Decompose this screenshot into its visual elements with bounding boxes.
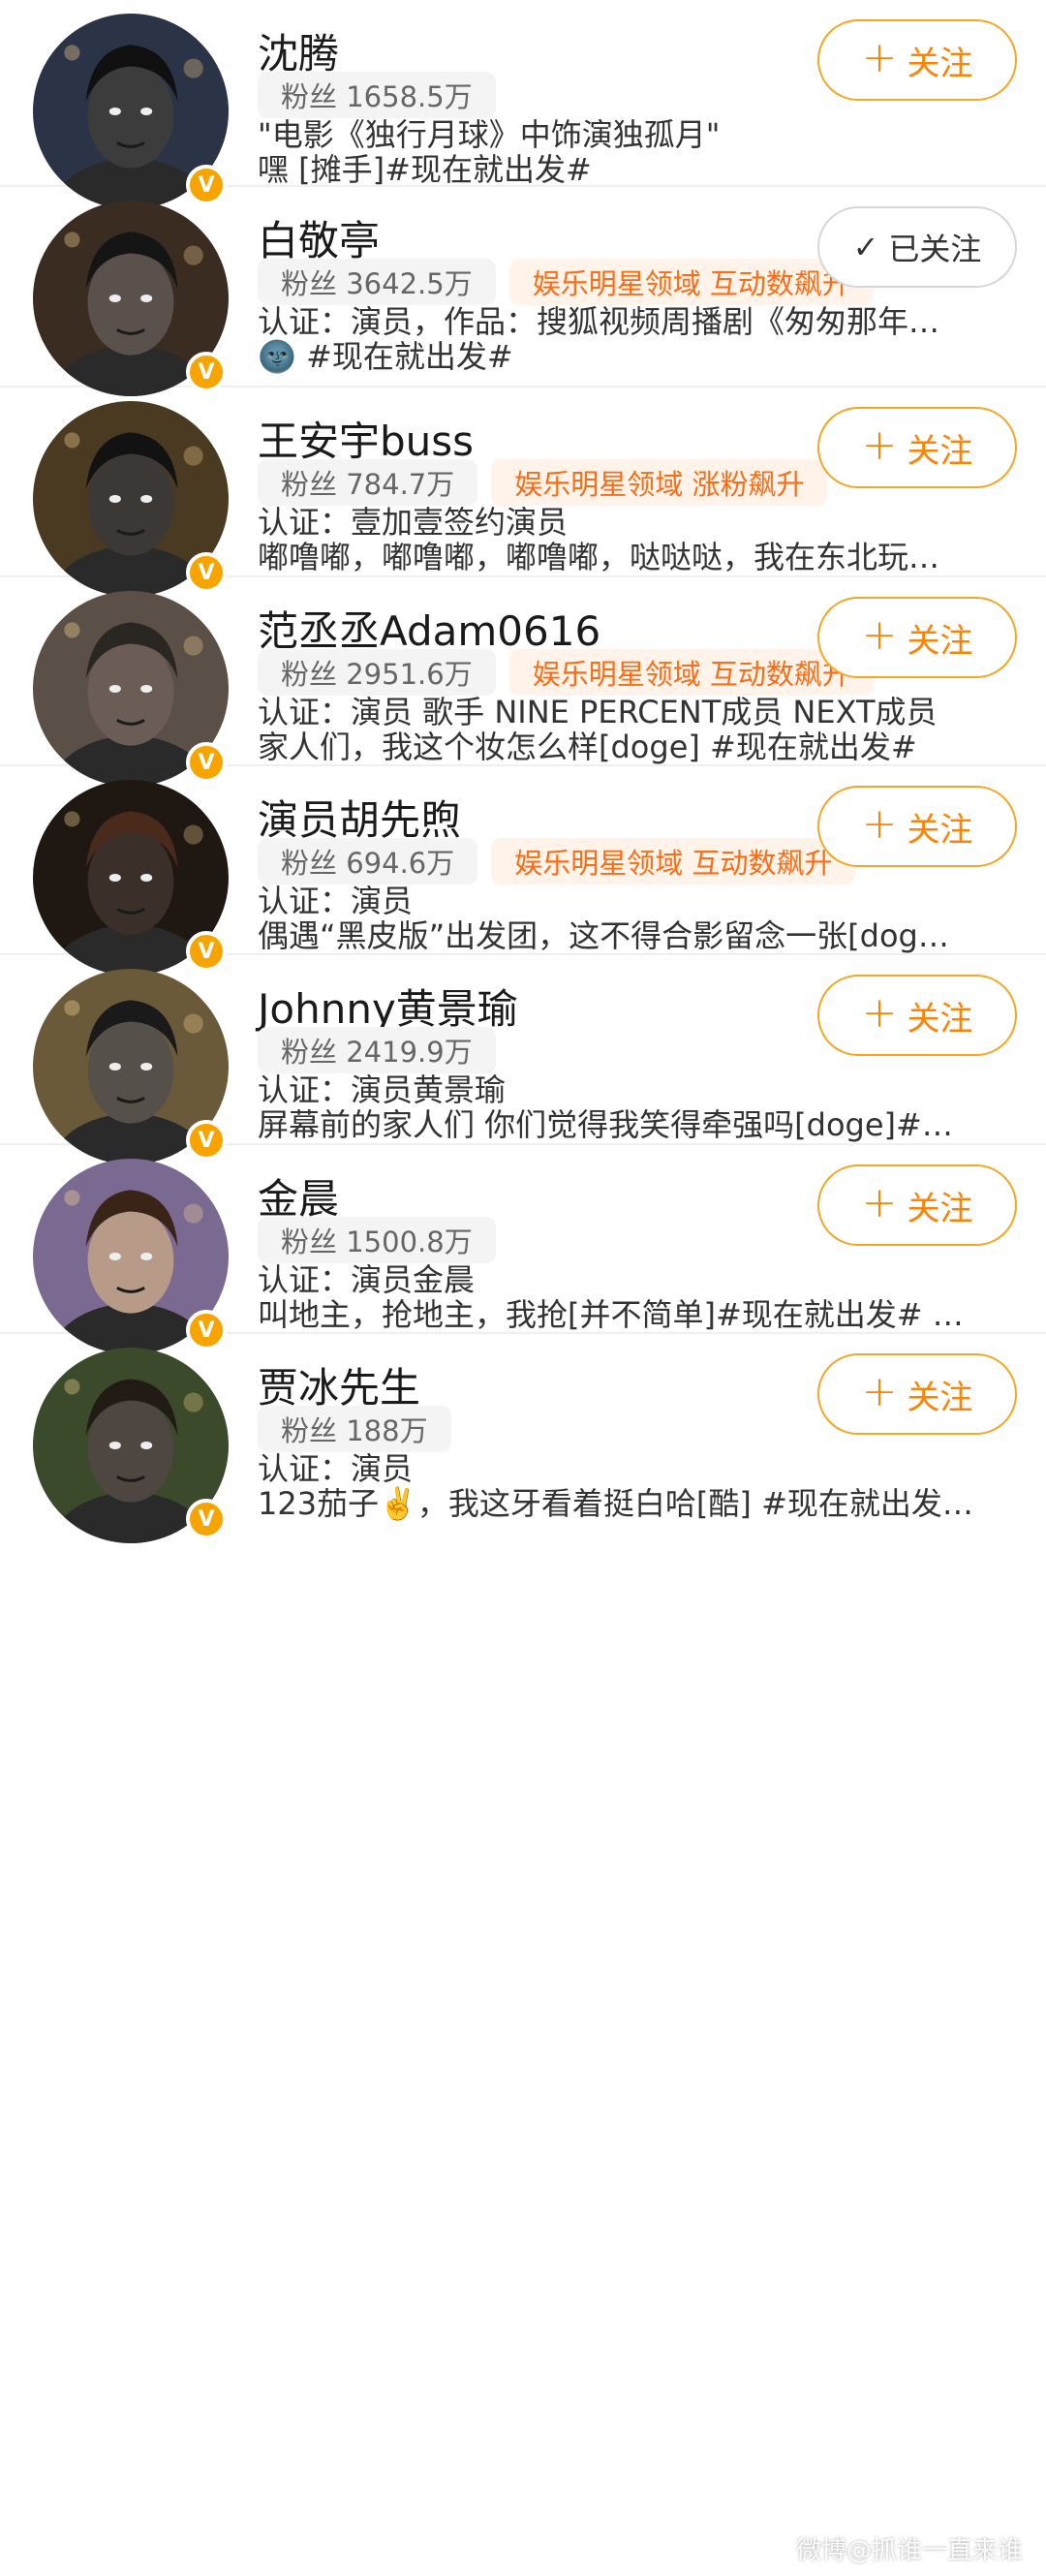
plus-icon: + [861, 33, 898, 82]
check-icon: ✓ [852, 229, 879, 265]
plus-icon: + [861, 799, 898, 849]
verified-badge-icon: V [186, 352, 227, 392]
avatar[interactable]: V [33, 1348, 229, 1543]
plus-icon: + [861, 610, 898, 660]
user-row[interactable]: V Johnny黄景瑜 粉丝 2419.9万 认证：演员黄景瑜 屏幕前的家人们 你们觉得… [0, 955, 1046, 1164]
follow-button[interactable]: + 关注 [817, 1164, 1017, 1246]
user-row[interactable]: V 范丞丞Adam0616 粉丝 2951.6万 娱乐明星领域 互动数飙升 认证：演员 … [0, 577, 1046, 787]
latest-post[interactable]: 123茄子✌️，我这牙看着挺白哈[酷] #现在就出发… [258, 1479, 1007, 1524]
user-row[interactable]: V 王安宇buss 粉丝 784.7万 娱乐明星领域 涨粉飙升 认证：壹加壹签约演员 嘟噜… [0, 388, 1046, 597]
user-row[interactable]: V 贾冰先生 粉丝 188万 认证：演员 123茄子✌️，我这牙看着挺白哈[酷] #现在… [0, 1334, 1046, 1607]
latest-post[interactable]: 屏幕前的家人们 你们觉得我笑得牵强吗[doge]#… [258, 1101, 1007, 1145]
latest-post-text: #现在就出发# [306, 338, 513, 375]
avatar[interactable]: V [33, 1159, 229, 1354]
avatar[interactable]: V [33, 14, 229, 209]
avatar[interactable]: V [33, 401, 229, 597]
follow-button[interactable]: + 关注 [817, 1353, 1017, 1435]
plus-icon: + [861, 1178, 898, 1227]
avatar[interactable]: V [33, 591, 229, 787]
follow-label: 关注 [907, 810, 973, 850]
followed-label: 已关注 [888, 231, 982, 267]
latest-post[interactable]: 嘿 [摊手]#现在就出发# [258, 145, 1007, 190]
plus-icon: + [861, 1367, 898, 1416]
follow-button[interactable]: + 关注 [817, 597, 1017, 678]
follow-label: 关注 [907, 1378, 973, 1417]
user-row[interactable]: V 沈腾 粉丝 1658.5万 "电影《独行月球》中饰演独孤月" 嘿 [摊手]#现在就出… [0, 0, 1046, 209]
latest-post[interactable]: 家人们，我这个妆怎么样[doge] #现在就出发# [258, 723, 1007, 767]
verified-badge-icon: V [186, 1499, 227, 1539]
follow-list: V 沈腾 粉丝 1658.5万 "电影《独行月球》中饰演独孤月" 嘿 [摊手]#现在就出… [0, 0, 1046, 2576]
follow-button[interactable]: + 关注 [817, 786, 1017, 867]
plus-icon: + [861, 420, 898, 470]
plus-icon: + [861, 988, 898, 1038]
user-row[interactable]: V 演员胡先煦 粉丝 694.6万 娱乐明星领域 互动数飙升 认证：演员 偶遇“黑皮版”出… [0, 766, 1046, 976]
follow-label: 关注 [907, 621, 973, 661]
follow-button[interactable]: + 关注 [817, 975, 1017, 1056]
user-row[interactable]: V 金晨 粉丝 1500.8万 认证：演员金晨 叫地主，抢地主，我抢[并不简单]#现在就… [0, 1145, 1046, 1354]
user-row[interactable]: V 白敬亭 粉丝 3642.5万 娱乐明星领域 互动数飙升 认证：演员，作品：搜狐视频周… [0, 187, 1046, 396]
latest-post[interactable]: 偶遇“黑皮版”出发团，这不得合影留念一张[dog… [258, 912, 1007, 956]
moon-emoji-icon: 🌚 [258, 338, 307, 375]
latest-post[interactable]: 嘟噜嘟，嘟噜嘟，嘟噜嘟，哒哒哒，我在东北玩… [258, 533, 1007, 577]
avatar[interactable]: V [33, 780, 229, 976]
follow-label: 关注 [907, 431, 973, 471]
latest-post[interactable]: 叫地主，抢地主，我抢[并不简单]#现在就出发# … [258, 1290, 1007, 1335]
follow-button[interactable]: + 关注 [817, 407, 1017, 488]
follow-label: 关注 [907, 999, 973, 1039]
follow-button[interactable]: + 关注 [817, 19, 1017, 101]
avatar[interactable]: V [33, 969, 229, 1164]
avatar[interactable]: V [33, 201, 229, 396]
follow-label: 关注 [907, 1189, 973, 1228]
followed-button[interactable]: ✓ 已关注 [817, 206, 1017, 288]
latest-post[interactable]: 🌚 #现在就出发# [258, 332, 1007, 377]
watermark: 微博@抓谁一直来谁 [795, 2536, 1023, 2565]
follow-label: 关注 [907, 44, 973, 83]
